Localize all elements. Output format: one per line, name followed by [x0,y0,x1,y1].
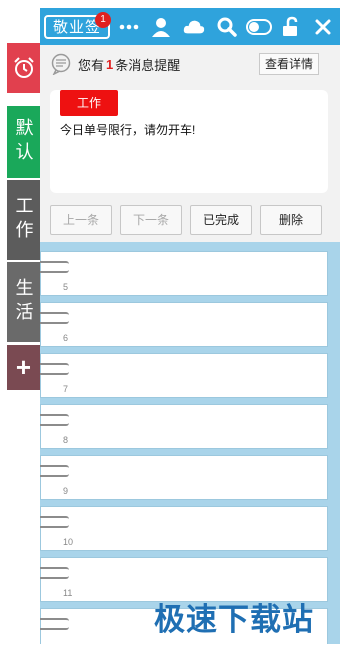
binder-clip [40,516,69,528]
note-row[interactable]: 10 [40,506,328,551]
cloud-icon[interactable] [183,16,205,38]
close-icon[interactable] [312,16,334,38]
note-row[interactable]: 7 [40,353,328,398]
note-row[interactable]: 9 [40,455,328,500]
row-number: 8 [63,435,69,445]
binder-clip [40,414,69,426]
row-number: 7 [63,384,69,394]
reminder-suffix: 条消息提醒 [115,57,181,73]
row-number: 6 [63,333,69,343]
view-details-button[interactable]: 查看详情 [259,53,319,75]
alarm-clock-icon [13,57,34,78]
search-icon[interactable] [216,16,238,38]
app-window: 敬业签 1 您有 1 条消息提醒 查看详情 工作 今日单号限行，请勿开车! 上一… [40,8,340,644]
row-number: 9 [63,486,69,496]
plus-icon: + [15,352,32,382]
sidebar-item-alarm[interactable] [7,43,40,93]
sidebar-item-label: 生活 [13,278,34,326]
mark-done-button[interactable]: 已完成 [190,205,252,235]
row-number: 5 [63,282,69,292]
notification-badge[interactable]: 1 [95,12,111,28]
category-tag: 工作 [60,90,118,116]
note-row[interactable]: 8 [40,404,328,449]
more-icon[interactable] [118,16,140,38]
next-button[interactable]: 下一条 [120,205,182,235]
note-row[interactable]: 6 [40,302,328,347]
watermark: 极速下载站 [154,602,314,637]
binder-clip [40,567,69,579]
row-number: 11 [63,588,73,598]
note-row[interactable]: 5 [40,251,328,296]
sidebar-item-work[interactable]: 工作 [7,180,40,260]
add-category-button[interactable]: + [7,345,40,390]
reminder-text: 今日单号限行，请勿开车! [60,123,196,137]
lock-icon[interactable] [280,16,302,38]
reminder-header: 您有 1 条消息提醒 [50,51,180,77]
message-bubble-icon [51,53,71,75]
previous-button[interactable]: 上一条 [50,205,112,235]
binder-clip [40,465,69,477]
reminder-count: 1 [106,56,114,72]
title-bar: 敬业签 1 [40,8,340,45]
sidebar-item-default[interactable]: 默认 [7,106,40,178]
reminder-panel: 您有 1 条消息提醒 查看详情 工作 今日单号限行，请勿开车! 上一条 下一条 … [40,45,340,242]
sidebar-item-label: 默认 [13,118,34,166]
reminder-prefix: 您有 [78,57,105,73]
reminder-card: 工作 今日单号限行，请勿开车! [50,90,328,193]
binder-clip [40,363,69,375]
delete-button[interactable]: 删除 [260,205,322,235]
binder-clip [40,261,69,273]
sidebar-item-life[interactable]: 生活 [7,262,40,342]
user-icon[interactable] [150,16,172,38]
toggle-icon[interactable] [246,16,272,38]
row-number: 10 [63,537,74,547]
sidebar-item-label: 工作 [13,196,34,244]
binder-clip [40,618,69,630]
binder-clip [40,312,69,324]
